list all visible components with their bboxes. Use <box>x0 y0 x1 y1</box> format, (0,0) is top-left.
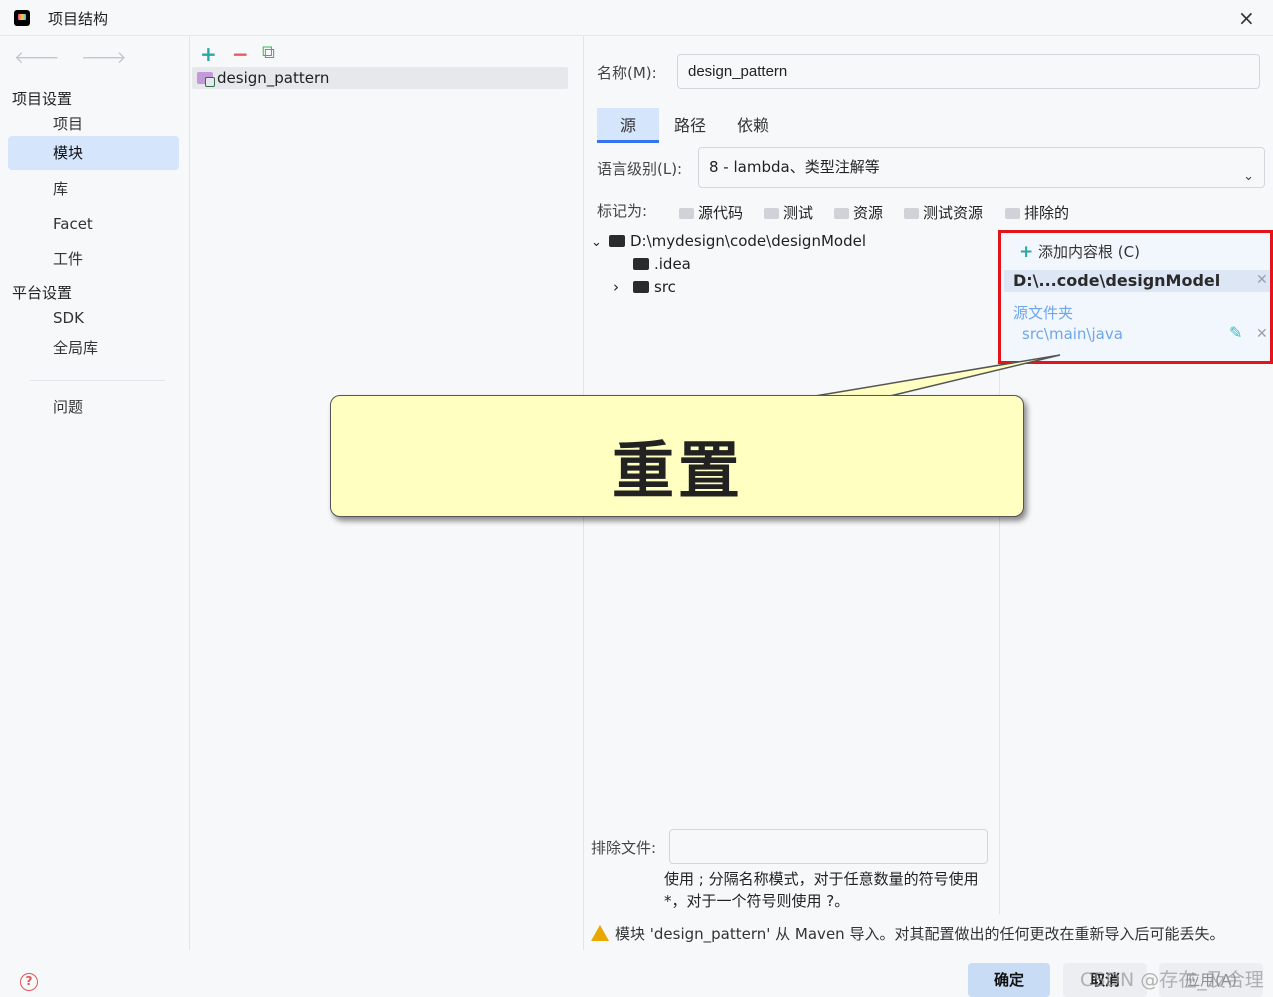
ok-button[interactable]: 确定 <box>968 963 1050 997</box>
exclude-hint-text: 使用 ; 分隔名称模式，对于任意数量的符号使用 *，对于一个符号则使用 ?。 <box>664 870 979 910</box>
watermark: CSDN @存在_及合理 <box>1080 969 1264 991</box>
warning-icon <box>591 925 609 941</box>
exclude-files-label: 排除文件: <box>591 839 657 857</box>
callout-text: 重置 <box>611 434 744 507</box>
callout-annotation: 重置 <box>330 395 1024 517</box>
exclude-files-input[interactable] <box>669 829 988 864</box>
help-icon[interactable]: ? <box>20 973 38 991</box>
maven-warning: 模块 'design_pattern' 从 Maven 导入。对其配置做出的任何… <box>591 923 1224 944</box>
